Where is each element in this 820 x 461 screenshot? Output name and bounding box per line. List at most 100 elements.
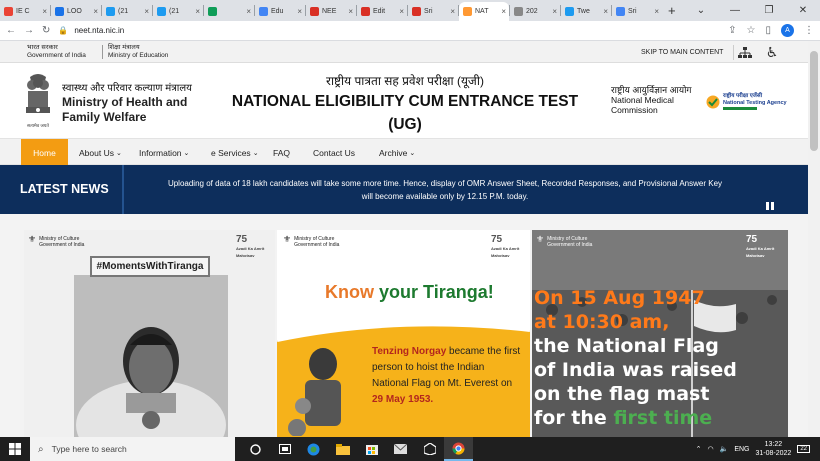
sitemap-icon[interactable]	[737, 45, 753, 60]
latest-news-bar: LATEST NEWS Uploading of data of 18 lakh…	[0, 165, 808, 214]
nav-about-us[interactable]: About Us ⌄	[79, 139, 122, 166]
wifi-icon[interactable]: ◠	[708, 445, 714, 453]
browser-tab[interactable]: NEE ×	[306, 2, 356, 21]
url-field[interactable]: 🔒 neet.nta.nic.in	[58, 23, 720, 39]
back-icon[interactable]: ←	[6, 25, 16, 36]
chrome-icon[interactable]	[444, 437, 473, 461]
browser-tab[interactable]: Twe ×	[561, 2, 611, 21]
search-icon: ⌕	[38, 443, 44, 455]
browser-tab[interactable]: Sri ×	[408, 2, 458, 21]
main-nav: Home About Us ⌄ Information ⌄ e Services ⌄ …	[0, 138, 808, 166]
windows-taskbar: ⌕ Type here to search ⌃ ◠ 🔈 ENG 13:22 31…	[0, 437, 820, 461]
azadi-logo: 75 Azadi Ka Amrit Mahotsav	[236, 234, 265, 259]
banner-panel-1947[interactable]: ⚜ Ministry of Culture Government of India…	[532, 230, 788, 437]
nmc-logo-block[interactable]: राष्ट्रीय आयुर्विज्ञान आयोग National Med…	[611, 85, 692, 115]
reload-icon[interactable]: ↻	[42, 25, 50, 36]
browser-tab[interactable]: 202 ×	[510, 2, 560, 21]
close-tab-icon[interactable]: ×	[297, 7, 302, 16]
taskbar-search-box[interactable]: ⌕ Type here to search	[30, 437, 235, 461]
browser-tab[interactable]: (21 ×	[153, 2, 203, 21]
tab-label: Sri	[628, 8, 637, 15]
tab-label: Sri	[424, 8, 433, 15]
speaker-icon[interactable]: 🔈	[720, 445, 729, 453]
profile-avatar[interactable]: A	[781, 24, 794, 37]
taskbar-clock[interactable]: 13:22 31-08-2022	[756, 440, 792, 458]
nta-logo-block[interactable]: राष्ट्रीय परीक्षा एजेंसी National Testin…	[706, 93, 787, 110]
share-icon[interactable]: ⇪	[728, 25, 736, 36]
close-tab-icon[interactable]: ×	[93, 7, 98, 16]
browser-tab[interactable]: Edu ×	[255, 2, 305, 21]
close-tab-icon[interactable]: ×	[42, 7, 47, 16]
nav-home[interactable]: Home	[21, 139, 68, 166]
browser-tab[interactable]: ×	[204, 2, 254, 21]
windows-start-icon[interactable]	[0, 437, 30, 461]
close-window-button[interactable]: ✕	[786, 0, 820, 21]
browser-tab[interactable]: (21 ×	[102, 2, 152, 21]
file-explorer-icon[interactable]	[328, 437, 357, 461]
ministry-health-block[interactable]: स्वास्थ्य और परिवार कल्याण मंत्रालय Mini…	[62, 80, 192, 124]
cortana-icon[interactable]	[241, 437, 270, 461]
browser-tab[interactable]: IE C ×	[0, 2, 50, 21]
tab-favicon-icon	[565, 7, 574, 16]
maximize-button[interactable]: ❐	[752, 0, 786, 21]
minimize-button[interactable]: —	[718, 0, 752, 21]
tab-label: 202	[526, 8, 538, 15]
close-tab-icon[interactable]: ×	[654, 7, 659, 16]
gov-india-label[interactable]: भारत सरकार Government of India	[27, 44, 86, 60]
nav-contact-us[interactable]: Contact Us	[313, 139, 355, 166]
nav-archive[interactable]: Archive ⌄	[379, 139, 415, 166]
tenzing-text: Tenzing Norgay became the first person t…	[372, 346, 521, 405]
bookmark-star-icon[interactable]: ☆	[747, 25, 756, 36]
close-tab-icon[interactable]: ×	[348, 7, 353, 16]
skip-to-main-link[interactable]: SKIP TO MAIN CONTENT	[637, 45, 735, 60]
chevron-up-icon[interactable]: ⌃	[696, 445, 702, 453]
close-tab-icon[interactable]: ×	[144, 7, 149, 16]
close-tab-icon[interactable]: ×	[450, 7, 455, 16]
banner-panel-moments[interactable]: ⚜ Ministry of Culture Government of India…	[24, 230, 275, 437]
banner-carousel[interactable]: ⚜ Ministry of Culture Government of India…	[0, 214, 808, 437]
mail-icon[interactable]	[386, 437, 415, 461]
app-icon[interactable]	[415, 437, 444, 461]
browser-tab[interactable]: Edit ×	[357, 2, 407, 21]
ministry-name-line2: Family Welfare	[62, 110, 147, 124]
browser-tab[interactable]: Sri ×	[612, 2, 662, 21]
sidepanel-icon[interactable]: ▯	[765, 25, 771, 36]
close-tab-icon[interactable]: ×	[603, 7, 608, 16]
ministry-education-label[interactable]: शिक्षा मंत्रालय Ministry of Education	[108, 44, 168, 60]
tab-search-icon[interactable]: ⌄	[684, 0, 718, 21]
tab-label: LOO	[67, 8, 82, 15]
language-indicator[interactable]: ENG	[734, 446, 749, 453]
close-tab-icon[interactable]: ×	[501, 7, 506, 16]
forward-icon[interactable]: →	[24, 25, 34, 36]
scrollbar-thumb[interactable]	[810, 51, 818, 151]
nav-faq[interactable]: FAQ	[273, 139, 290, 166]
climber-figure	[288, 348, 341, 436]
moments-hashtag: #MomentsWithTiranga	[90, 256, 210, 277]
notification-icon[interactable]: 22	[797, 445, 810, 453]
menu-kebab-icon[interactable]: ⋮	[804, 25, 814, 36]
lock-icon[interactable]: 🔒	[58, 26, 68, 35]
close-tab-icon[interactable]: ×	[246, 7, 251, 16]
task-view-icon[interactable]	[270, 437, 299, 461]
store-icon[interactable]	[357, 437, 386, 461]
browser-tab[interactable]: NAT ×	[459, 2, 509, 21]
new-tab-button[interactable]: +	[668, 3, 676, 18]
banner-panel-tiranga[interactable]: ⚜ Ministry of Culture Government of India…	[277, 230, 530, 437]
astronaut-photo	[74, 275, 228, 437]
close-tab-icon[interactable]: ×	[195, 7, 200, 16]
close-tab-icon[interactable]: ×	[399, 7, 404, 16]
tab-favicon-icon	[616, 7, 625, 16]
tab-favicon-icon	[259, 7, 268, 16]
news-ticker-text[interactable]: Uploading of data of 18 lakh candidates …	[130, 177, 760, 203]
browser-tab[interactable]: LOO ×	[51, 2, 101, 21]
nav-e-services[interactable]: e Services ⌄	[211, 139, 259, 166]
edge-browser-icon[interactable]	[299, 437, 328, 461]
ministry-culture-logo: ⚜ Ministry of Culture Government of India	[28, 234, 85, 249]
tab-favicon-icon	[4, 7, 13, 16]
title-english-line2: (UG)	[388, 116, 422, 133]
pause-icon[interactable]	[766, 197, 774, 215]
nav-information[interactable]: Information ⌄	[139, 139, 189, 166]
close-tab-icon[interactable]: ×	[552, 7, 557, 16]
accessibility-icon[interactable]: ♿	[764, 44, 780, 60]
azadi-logo: 75 Azadi Ka Amrit Mahotsav	[746, 234, 775, 259]
